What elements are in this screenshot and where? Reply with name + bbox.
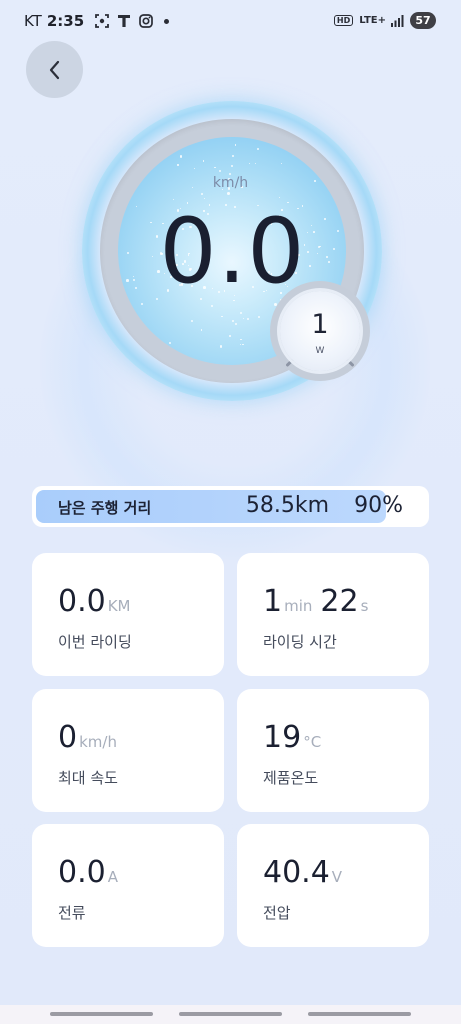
- stat-card-current-ride: 0.0 KM 이번 라이딩: [32, 553, 224, 676]
- stat-label: 전압: [263, 904, 291, 922]
- gauge-sparkle: [242, 343, 244, 346]
- speed-unit: km/h: [212, 175, 249, 191]
- gauge-sparkle: [218, 169, 222, 173]
- gauge-sparkle: [280, 162, 283, 165]
- stat-unit-minutes: min: [284, 597, 313, 615]
- stat-value-minutes: 1: [263, 584, 283, 619]
- gauge-sparkle: [248, 162, 251, 165]
- gauge-sparkle: [179, 155, 183, 158]
- gauge-sparkle: [240, 338, 242, 341]
- gauge-sparkle: [258, 316, 261, 319]
- gauge-sparkle: [141, 302, 144, 305]
- gauge-sparkle: [168, 341, 172, 345]
- gauge-sparkle: [227, 191, 230, 195]
- clock: 2:35: [46, 12, 85, 30]
- nav-home-handle[interactable]: [179, 1012, 282, 1016]
- stat-unit: km/h: [79, 733, 117, 751]
- gauge-sparkle: [232, 154, 235, 157]
- gauge-sparkle: [239, 344, 242, 346]
- gauge-sparkle: [234, 322, 237, 325]
- gauge-sparkle: [177, 164, 179, 166]
- gauge-sparkle: [211, 304, 214, 307]
- stat-unit: °C: [303, 733, 322, 751]
- notification-dot-icon: [164, 18, 170, 24]
- gauge-sparkle: [219, 345, 223, 348]
- stat-value-group: 0 km/h: [58, 720, 117, 755]
- instagram-icon: [139, 14, 154, 28]
- gauge-sparkle: [243, 318, 245, 320]
- screenshot-icon: [95, 14, 110, 28]
- gauge-sparkle: [229, 335, 231, 337]
- gauge-sparkle: [246, 317, 250, 320]
- stat-card-product-temperature: 19 °C 제품온도: [237, 689, 429, 812]
- speed-value: 0.0: [159, 199, 306, 304]
- stat-value: 0.0: [58, 584, 106, 619]
- stat-card-voltage: 40.4 V 전압: [237, 824, 429, 947]
- battery-level: 57: [415, 14, 431, 27]
- stat-value-group: 40.4 V: [263, 855, 342, 890]
- stat-label: 최대 속도: [58, 769, 118, 787]
- status-bar: KT 2:35 HD LTE+ 57: [0, 0, 461, 44]
- stat-unit: V: [331, 868, 343, 886]
- stat-unit-seconds: s: [360, 597, 369, 615]
- remaining-range-label: 남은 주행 거리: [58, 499, 152, 517]
- stat-value: 0: [58, 720, 78, 755]
- battery-icon: 57: [410, 12, 436, 29]
- nav-back-handle[interactable]: [308, 1012, 411, 1016]
- back-button[interactable]: [26, 41, 83, 98]
- t-app-icon: [118, 15, 131, 27]
- stat-card-max-speed: 0 km/h 최대 속도: [32, 689, 224, 812]
- remaining-range-percent: 90%: [354, 493, 403, 518]
- network-type: LTE+: [359, 14, 386, 26]
- gauge-sparkle: [230, 164, 233, 167]
- gauge-sparkle: [279, 196, 281, 198]
- gauge-sparkle: [201, 193, 204, 196]
- stat-value-group: 1 min 22 s: [263, 584, 368, 619]
- remaining-range-distance: 58.5km: [245, 493, 329, 518]
- power-unit: W: [315, 346, 325, 356]
- gauge-sparkle: [234, 144, 237, 147]
- stat-value: 40.4: [263, 855, 330, 890]
- stat-value: 0.0: [58, 855, 106, 890]
- power-value: 1: [311, 309, 329, 340]
- remaining-range-bar: 남은 주행 거리 58.5km 90%: [32, 486, 429, 527]
- stat-label: 전류: [58, 904, 86, 922]
- stat-label: 이번 라이딩: [58, 633, 132, 651]
- stat-card-current: 0.0 A 전류: [32, 824, 224, 947]
- gauge-sparkle: [221, 315, 223, 318]
- chevron-left-icon: [49, 60, 59, 79]
- stat-unit: A: [107, 868, 118, 886]
- gauge-sparkle: [194, 168, 196, 170]
- gauge-sparkle: [201, 329, 203, 331]
- stat-label: 제품온도: [263, 769, 319, 787]
- hd-voice-icon: HD: [333, 15, 354, 26]
- stat-value-group: 0.0 KM: [58, 584, 131, 619]
- status-left: KT 2:35: [24, 12, 170, 30]
- stat-label: 라이딩 시간: [263, 633, 337, 651]
- stat-value-group: 0.0 A: [58, 855, 118, 890]
- gauge-sparkle: [190, 319, 193, 322]
- status-right: HD LTE+ 57: [333, 12, 436, 29]
- gauge-sparkle: [239, 311, 242, 315]
- nav-recent-apps-handle[interactable]: [50, 1012, 153, 1016]
- gauge-sparkle: [254, 162, 257, 165]
- stat-unit: KM: [107, 597, 131, 615]
- gauge-sparkle: [214, 166, 216, 169]
- gauge-sparkle: [231, 319, 234, 322]
- gauge-sparkle: [256, 148, 259, 150]
- gauge-sparkle: [203, 160, 205, 162]
- stat-value: 19: [263, 720, 302, 755]
- carrier-label: KT: [24, 12, 42, 30]
- stat-card-riding-time: 1 min 22 s 라이딩 시간: [237, 553, 429, 676]
- stat-value-group: 19 °C: [263, 720, 321, 755]
- signal-icon: [391, 14, 404, 27]
- stat-value-seconds: 22: [320, 584, 359, 619]
